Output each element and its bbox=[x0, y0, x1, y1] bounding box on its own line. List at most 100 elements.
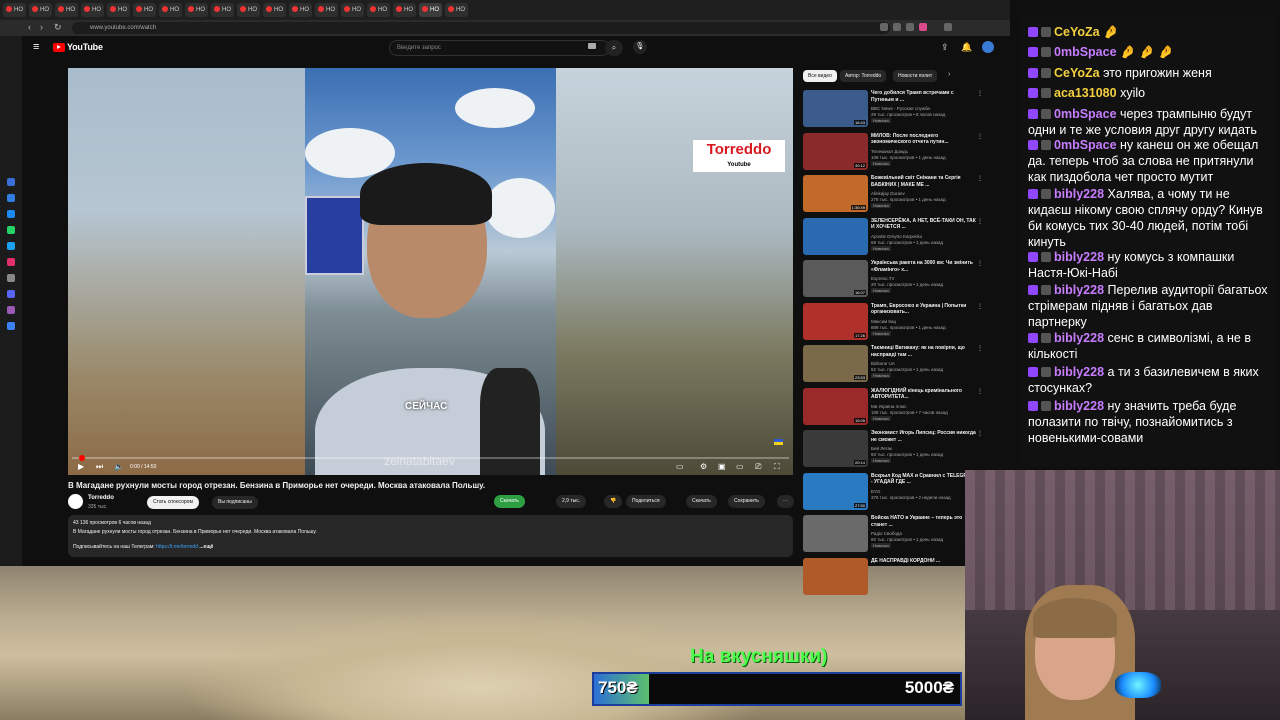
youtube-logo[interactable]: YouTube bbox=[53, 42, 103, 53]
share-button[interactable]: Поделиться bbox=[626, 495, 666, 508]
recommendation-item[interactable]: 17:26 Трамп, Евросоюз и Украина | Попытки… bbox=[803, 302, 983, 343]
extension-icon[interactable] bbox=[919, 23, 927, 31]
browser-tab[interactable]: НО bbox=[159, 3, 182, 17]
sidebar-app-icon[interactable] bbox=[7, 194, 15, 202]
save-button[interactable]: Сохранить bbox=[728, 495, 765, 508]
fullscreen-icon[interactable]: ⛶ bbox=[774, 462, 780, 472]
reload-icon[interactable]: ↻ bbox=[54, 22, 62, 33]
channel-avatar[interactable] bbox=[68, 494, 83, 509]
keyboard-icon[interactable] bbox=[588, 43, 596, 49]
chat-username[interactable]: bibly228 bbox=[1054, 365, 1104, 379]
browser-tab[interactable]: НО bbox=[107, 3, 130, 17]
account-avatar[interactable] bbox=[982, 41, 994, 53]
subtitles-icon[interactable]: ▭ bbox=[676, 462, 684, 471]
subscribed-button[interactable]: Вы подписаны bbox=[212, 496, 258, 509]
recommendation-channel[interactable]: Телеканал Дождь bbox=[871, 149, 976, 154]
recommendation-title[interactable]: Таємниці Ватикану: як на повірпи, що нас… bbox=[871, 345, 976, 358]
video-progress-bar[interactable] bbox=[72, 455, 789, 461]
recommendation-thumbnail[interactable]: 17:26 bbox=[803, 302, 868, 340]
recommendation-thumbnail[interactable]: 1:30:49 bbox=[803, 175, 868, 212]
miniplayer-icon[interactable]: ▣ bbox=[718, 462, 726, 471]
browser-tab[interactable]: НО bbox=[341, 3, 364, 17]
recommendation-item[interactable]: 27:50 Вскрыл Код MAX и Сравнил с TELEGRAM… bbox=[803, 472, 983, 513]
chat-username[interactable]: CeYoZa bbox=[1054, 66, 1100, 80]
recommendation-thumbnail[interactable]: 23:53 bbox=[803, 345, 868, 382]
recommendation-title[interactable]: Экономист Игорь Липсиц: Россия никогда н… bbox=[871, 430, 976, 443]
sponsor-button[interactable]: Стать спонсором bbox=[147, 496, 199, 509]
recommendation-title[interactable]: ЗЕЛЕНСЕРЁЖА, А НЕТ, ВСЁ-ТАКИ ОН, ТАК И Х… bbox=[871, 218, 976, 231]
recommendation-item[interactable]: 20:14 Экономист Игорь Липсиц: Россия нико… bbox=[803, 430, 983, 470]
discord-icon[interactable] bbox=[7, 290, 15, 298]
chip-author[interactable]: Автор: Torreddo bbox=[840, 70, 887, 82]
recommendation-thumbnail[interactable] bbox=[803, 557, 868, 595]
recommendation-title[interactable]: Чего добился Трамп встречами с Путиным и… bbox=[871, 90, 976, 103]
browser-tab[interactable]: НО bbox=[445, 3, 468, 17]
recommendation-channel[interactable]: Радіо Свобода bbox=[871, 531, 976, 536]
chevron-right-icon[interactable]: › bbox=[948, 71, 950, 78]
chat-username[interactable]: aca131080 bbox=[1054, 86, 1117, 100]
browser-tab[interactable]: НО bbox=[29, 3, 52, 17]
more-options-icon[interactable]: ⋮ bbox=[977, 345, 983, 352]
chat-username[interactable]: 0mbSpace bbox=[1054, 138, 1117, 152]
theater-mode-icon[interactable]: ▭ bbox=[736, 462, 744, 471]
extension-icon[interactable] bbox=[906, 23, 914, 31]
recommendation-channel[interactable]: EVG bbox=[871, 489, 976, 494]
more-options-icon[interactable]: ⋮ bbox=[977, 133, 983, 140]
menu-icon[interactable] bbox=[944, 23, 952, 31]
recommendation-title[interactable]: Українська ракета на 3000 км: Чи змінить… bbox=[871, 260, 976, 273]
show-more-link[interactable]: ...ещё bbox=[199, 544, 213, 550]
recommendation-channel[interactable]: Максим Кац bbox=[871, 319, 976, 324]
browser-tab[interactable]: НО bbox=[55, 3, 78, 17]
whatsapp-icon[interactable] bbox=[7, 226, 15, 234]
sidebar-app-icon[interactable] bbox=[7, 210, 15, 218]
more-options-icon[interactable]: ⋮ bbox=[977, 260, 983, 267]
recommendation-title[interactable]: Трамп, Евросоюз и Украина | Попытки орга… bbox=[871, 303, 976, 316]
sidebar-app-icon[interactable] bbox=[7, 306, 15, 314]
recommendation-thumbnail[interactable] bbox=[803, 217, 868, 255]
chat-username[interactable]: 0mbSpace bbox=[1054, 107, 1117, 121]
browser-tab[interactable]: НО bbox=[367, 3, 390, 17]
browser-tab[interactable]: НО bbox=[263, 3, 286, 17]
recommendation-thumbnail[interactable] bbox=[803, 515, 868, 552]
browser-tab[interactable]: НО bbox=[133, 3, 156, 17]
chip-news[interactable]: Новости полит bbox=[893, 70, 938, 82]
upload-icon[interactable]: ⇪ bbox=[941, 42, 949, 53]
recommendation-item[interactable]: ЗЕЛЕНСЕРЁЖА, А НЕТ, ВСЁ-ТАКИ ОН, ТАК И Х… bbox=[803, 217, 983, 258]
more-options-icon[interactable]: ⋮ bbox=[977, 303, 983, 310]
recommendation-title[interactable]: Вскрыл Код MAX и Сравнил с TELEGRAM - УГ… bbox=[871, 473, 976, 486]
hamburger-menu-icon[interactable]: ≡ bbox=[33, 41, 39, 53]
recommendation-item[interactable]: 1:30:49 Божевільний світ Сніжани та Сергі… bbox=[803, 175, 983, 215]
more-options-icon[interactable]: ⋮ bbox=[977, 90, 983, 97]
url-field[interactable]: www.youtube.com/watch bbox=[72, 22, 890, 34]
recommendation-title[interactable]: Божевільний світ Сніжани та Сергія БАБКІ… bbox=[871, 175, 976, 188]
microphone-icon[interactable]: 🎙 bbox=[633, 40, 647, 54]
recommendation-item[interactable]: 15:05 ЖАЛЮГІДНИЙ кінець кримінального АВТ… bbox=[803, 387, 983, 428]
sidebar-app-icon[interactable] bbox=[7, 274, 15, 282]
browser-tab[interactable]: НО bbox=[185, 3, 208, 17]
chat-username[interactable]: CeYoZa bbox=[1054, 25, 1100, 39]
notifications-bell-icon[interactable]: 🔔 bbox=[961, 42, 972, 53]
like-button[interactable]: 2,9 тыс. bbox=[556, 495, 587, 508]
chat-username[interactable]: bibly228 bbox=[1054, 283, 1104, 297]
recommendation-channel[interactable]: Espreso.TV bbox=[871, 276, 976, 281]
recommendation-item[interactable]: 30:12 МИЛОВ: После последнего экономическ… bbox=[803, 132, 983, 173]
browser-tab[interactable]: НО bbox=[3, 3, 26, 17]
chat-username[interactable]: bibly228 bbox=[1054, 250, 1104, 264]
cast-icon[interactable]: ⎚ bbox=[755, 462, 761, 472]
recommendation-item[interactable]: ДЕ НАСПРАВДІ КОРДОНИ ...⋮ bbox=[803, 557, 983, 598]
download-extension-button[interactable]: Скачать bbox=[494, 495, 525, 508]
chat-username[interactable]: bibly228 bbox=[1054, 399, 1104, 413]
recommendation-title[interactable]: ДЕ НАСПРАВДІ КОРДОНИ ... bbox=[871, 558, 976, 565]
browser-tab[interactable]: НО bbox=[211, 3, 234, 17]
sidebar-app-icon[interactable] bbox=[7, 242, 15, 250]
instagram-icon[interactable] bbox=[7, 258, 15, 266]
recommendation-channel[interactable]: Ми Україна плюс bbox=[871, 404, 976, 409]
recommendation-title[interactable]: МИЛОВ: После последнего экономического о… bbox=[871, 133, 976, 146]
recommendation-title[interactable]: ЖАЛЮГІДНИЙ кінець кримінального АВТОРИТЕ… bbox=[871, 388, 976, 401]
play-icon[interactable]: ▶ bbox=[78, 462, 84, 471]
recommendation-item[interactable]: 16:43 Чего добился Трамп встречами с Пути… bbox=[803, 90, 983, 130]
forward-icon[interactable]: › bbox=[40, 22, 43, 32]
recommendation-item[interactable]: 23:53 Таємниці Ватикану: як на повірпи, щ… bbox=[803, 345, 983, 385]
chip-all-videos[interactable]: Все видео bbox=[803, 70, 837, 82]
search-input[interactable]: Введите запрос bbox=[389, 40, 610, 56]
